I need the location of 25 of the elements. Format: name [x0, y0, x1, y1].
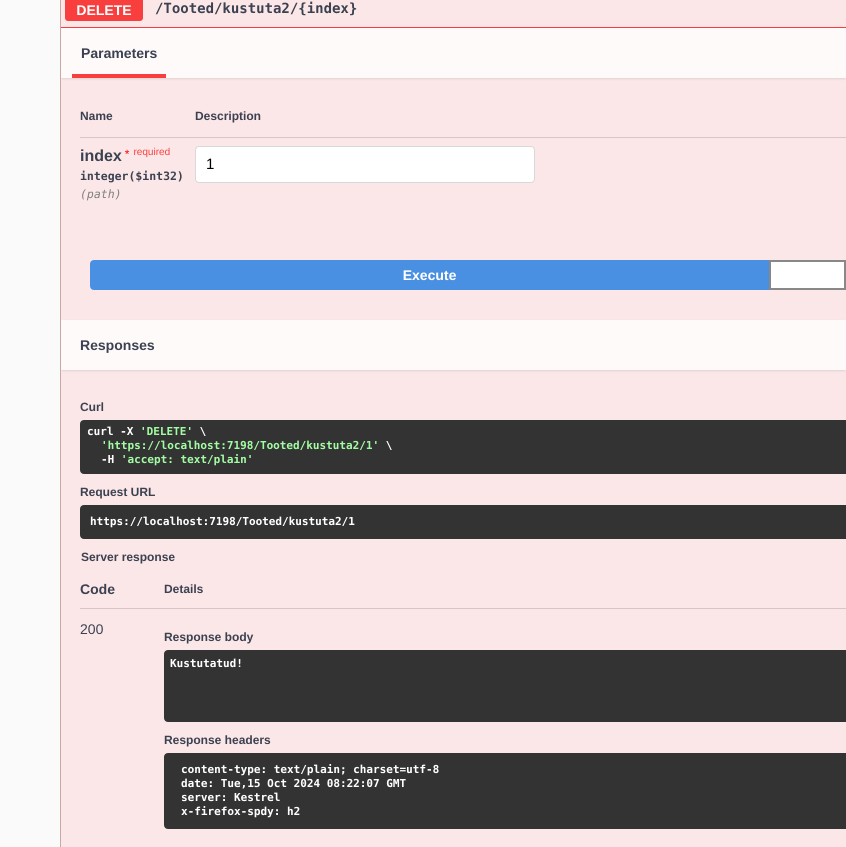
section-title: Responses — [80, 337, 155, 353]
parameter-input[interactable]: 1 — [195, 146, 535, 183]
column-header: Code — [80, 581, 116, 597]
column-header: Details — [164, 582, 204, 596]
parameter-type: integer($int32) — [80, 169, 185, 183]
request-url: https://localhost:7198/Tooted/kustuta2/1 — [80, 505, 846, 539]
method-badge: DELETE — [65, 0, 143, 21]
curl-code: curl -X 'DELETE' \ 'https://localhost:7198/Tooted/kustuta2/1' \ -H 'accept: text/plain' — [80, 420, 846, 474]
parameter-name: index — [80, 148, 122, 166]
required-label: required — [133, 148, 170, 158]
response-headers: content-type: text/plain; charset=utf-8 date: Tue,15 Oct 2024 08:22:07 GMT server: Kestrel x-firefox-spdy: h2 — [164, 753, 846, 829]
request-url-label: Request URL — [80, 485, 156, 499]
required-mark: * — [124, 148, 130, 160]
parameter-location: (path) — [80, 187, 123, 201]
parameters-tab[interactable]: Parameters — [72, 28, 166, 78]
status-code: 200 — [80, 621, 104, 639]
secondary-button[interactable] — [769, 260, 846, 290]
curl-label: Curl — [80, 400, 105, 414]
column-header: Description — [195, 109, 262, 123]
server-response-label: Server response — [81, 550, 176, 564]
response-body: Kustutatud! — [164, 650, 846, 722]
response-body-label: Response body — [164, 630, 254, 644]
endpoint-path: /Tooted/kustuta2/{index} — [155, 0, 358, 18]
column-header: Name — [80, 109, 114, 123]
response-headers-label: Response headers — [164, 733, 272, 747]
